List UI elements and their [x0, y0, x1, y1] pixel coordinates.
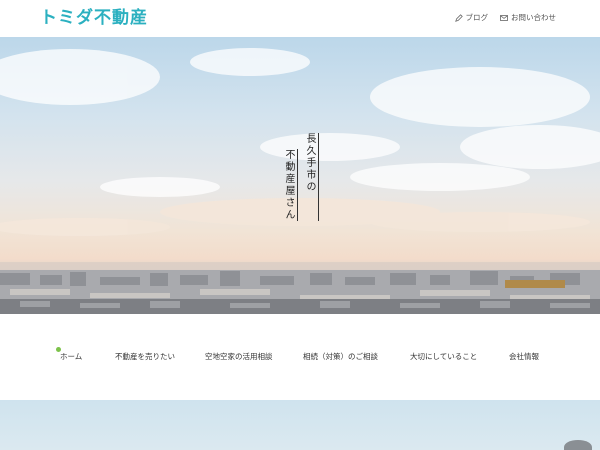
next-section-shape	[564, 440, 592, 450]
hero-image: 長久手市の 不動産屋さん	[0, 37, 600, 314]
hero-tagline: 長久手市の 不動産屋さん	[283, 133, 319, 221]
nav-item-vacant-land[interactable]: 空地空家の活用相談	[205, 352, 273, 362]
next-section-image	[0, 400, 600, 450]
contact-link-label: お問い合わせ	[511, 13, 556, 22]
site-header: トミダ不動産 ブログ お問い合わせ	[0, 0, 600, 37]
contact-link[interactable]: お問い合わせ	[500, 13, 556, 23]
nav-item-sell[interactable]: 不動産を売りたい	[115, 352, 175, 362]
nav-item-inheritance[interactable]: 相続（対策）のご相談	[303, 352, 378, 362]
nav-item-values[interactable]: 大切にしていること	[410, 352, 477, 362]
blog-link[interactable]: ブログ	[454, 13, 489, 23]
page: トミダ不動産 ブログ お問い合わせ 長久手市の 不動産屋さん ホーム 不動産を売…	[0, 0, 600, 450]
pencil-icon	[454, 14, 463, 22]
nav-item-home[interactable]: ホーム	[60, 352, 82, 362]
hero-tagline-line2: 不動産屋さん	[283, 149, 298, 221]
mail-icon	[500, 15, 508, 21]
hero-tagline-line1: 長久手市の	[304, 133, 319, 221]
site-logo[interactable]: トミダ不動産	[40, 8, 148, 28]
header-links: ブログ お問い合わせ	[454, 13, 556, 23]
blog-link-label: ブログ	[465, 13, 489, 22]
nav-item-company[interactable]: 会社情報	[509, 352, 539, 362]
